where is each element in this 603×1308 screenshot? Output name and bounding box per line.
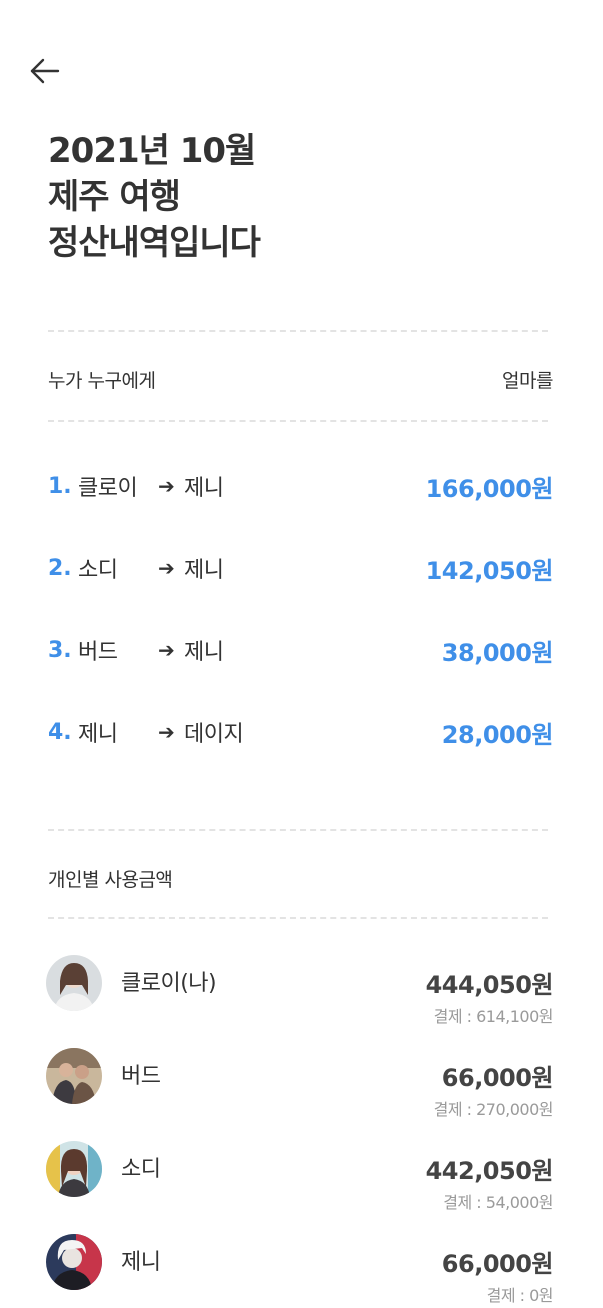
person-amount: 66,000원	[441, 1064, 554, 1092]
settlement-header: 누가 누구에게 얼마를	[48, 366, 553, 393]
user-avatar-icon	[46, 1234, 102, 1290]
divider	[48, 420, 548, 422]
person-name: 소디	[121, 1157, 161, 1182]
person-name: 클로이(나)	[121, 971, 217, 996]
page-title: 2021년 10월 제주 여행 정산내역입니다	[48, 128, 261, 266]
user-avatar-icon	[46, 1048, 102, 1104]
divider	[48, 829, 548, 831]
title-line-trip: 제주 여행	[48, 177, 181, 217]
person-row[interactable]: 클로이(나) 444,050원 결제 : 614,100원	[46, 955, 554, 1035]
settlement-how-much-label: 얼마를	[502, 370, 553, 392]
user-avatar-icon	[46, 955, 102, 1011]
divider	[48, 917, 548, 919]
title-line-caption: 정산내역입니다	[48, 223, 261, 263]
transfer-to: 제니	[184, 640, 224, 665]
transfer-index: 2.	[48, 555, 72, 581]
user-avatar-icon	[46, 1141, 102, 1197]
transfer-to: 제니	[184, 476, 224, 501]
transfer-to: 데이지	[184, 722, 244, 747]
transfer-from: 제니	[78, 722, 118, 747]
transfer-amount: 38,000원	[441, 638, 554, 667]
person-amount: 442,050원	[425, 1157, 554, 1185]
transfer-row[interactable]: 3. 버드 ➔ 제니 38,000원	[48, 630, 554, 670]
transfer-row[interactable]: 2. 소디 ➔ 제니 142,050원	[48, 548, 554, 588]
back-button[interactable]	[28, 54, 68, 94]
transfer-from: 클로이	[78, 476, 138, 501]
transfer-row[interactable]: 4. 제니 ➔ 데이지 28,000원	[48, 712, 554, 752]
person-paid: 결제 : 54,000원	[443, 1193, 553, 1212]
arrow-right-icon: ➔	[158, 720, 175, 744]
person-name: 제니	[121, 1250, 161, 1275]
transfer-from: 버드	[78, 640, 118, 665]
transfer-amount: 142,050원	[425, 556, 554, 585]
usage-header: 개인별 사용금액	[48, 865, 553, 892]
transfer-amount: 166,000원	[425, 474, 554, 503]
person-amount: 444,050원	[425, 971, 554, 999]
arrow-right-icon: ➔	[158, 556, 175, 580]
person-paid: 결제 : 270,000원	[433, 1100, 554, 1119]
divider	[48, 330, 548, 332]
person-paid: 결제 : 0원	[486, 1286, 554, 1305]
settlement-who-label: 누가 누구에게	[48, 370, 156, 392]
person-amount: 66,000원	[441, 1250, 554, 1278]
transfer-index: 3.	[48, 637, 72, 663]
title-line-date: 2021년 10월	[48, 131, 256, 171]
transfer-index: 4.	[48, 719, 72, 745]
arrow-left-icon	[30, 58, 60, 84]
transfer-to: 제니	[184, 558, 224, 583]
person-name: 버드	[121, 1064, 161, 1089]
person-paid: 결제 : 614,100원	[433, 1007, 554, 1026]
transfer-index: 1.	[48, 473, 72, 499]
transfer-amount: 28,000원	[441, 720, 554, 749]
transfer-row[interactable]: 1. 클로이 ➔ 제니 166,000원	[48, 466, 554, 506]
person-row[interactable]: 버드 66,000원 결제 : 270,000원	[46, 1048, 554, 1128]
arrow-right-icon: ➔	[158, 474, 175, 498]
usage-label: 개인별 사용금액	[48, 869, 173, 891]
person-row[interactable]: 제니 66,000원 결제 : 0원	[46, 1234, 554, 1308]
person-row[interactable]: 소디 442,050원 결제 : 54,000원	[46, 1141, 554, 1221]
arrow-right-icon: ➔	[158, 638, 175, 662]
transfer-from: 소디	[78, 558, 118, 583]
